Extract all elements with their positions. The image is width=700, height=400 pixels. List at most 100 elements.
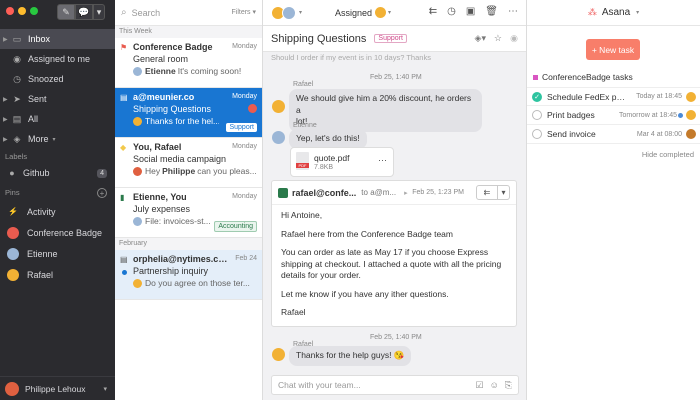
filters-button[interactable]: Filters ▾ xyxy=(231,8,256,16)
chat-message-bubble: We should give him a 20% discount, he or… xyxy=(289,89,482,132)
task-checkbox[interactable] xyxy=(532,110,542,120)
reply-all-icon[interactable]: ⇇ xyxy=(476,185,498,200)
conversation-item[interactable]: ▮ Etienne, You Monday July expenses File… xyxy=(115,188,262,238)
eye-icon[interactable]: ◉ xyxy=(510,33,518,44)
star-icon[interactable]: ☆ xyxy=(494,33,502,44)
conversation-date: Monday xyxy=(232,43,257,50)
new-task-button[interactable]: + New task xyxy=(586,39,640,60)
message-text: Yep, let's do this! xyxy=(296,133,360,143)
conversation-item[interactable]: ▤ orphelia@nytimes.com Feb 24 Partnershi… xyxy=(115,250,262,300)
trash-icon[interactable]: 🗑 xyxy=(485,6,498,17)
integration-header[interactable]: ⁂ Asana ▾ xyxy=(527,0,700,26)
caret-icon: ▶ xyxy=(3,36,8,43)
email-paragraph: Rafael xyxy=(281,307,306,317)
task-row[interactable]: ✓ Schedule FedEx pic... Today at 18:45 xyxy=(527,87,700,106)
group-header-this-week: This Week xyxy=(115,26,262,38)
caret-icon: ▶ xyxy=(3,116,8,123)
chat-input[interactable]: Chat with your team... ☑ ☺ ⎘ xyxy=(271,375,519,395)
hide-completed-link[interactable]: Hide completed xyxy=(642,150,694,159)
preview-text: Thanks for the hel... xyxy=(145,116,219,126)
integration-name: Asana xyxy=(601,7,631,18)
sidebar-item-sent[interactable]: ▶ ➤ Sent xyxy=(0,89,115,109)
sidebar-item-all[interactable]: ▶ ▤ All xyxy=(0,109,115,129)
close-window-button[interactable] xyxy=(6,7,14,15)
caret-icon: ▶ xyxy=(3,136,8,143)
chevron-down-icon: ▾ xyxy=(636,10,640,16)
paperclip-icon[interactable]: ⎘ xyxy=(505,380,512,391)
sidebar-item-label: Assigned to me xyxy=(28,54,91,64)
chevron-down-icon[interactable]: ▾ xyxy=(299,9,302,16)
assignee-dropdown[interactable]: Assigned ▾ xyxy=(335,7,391,18)
attachment-card[interactable]: PDF quote.pdf 7.8KB ⋯ xyxy=(290,147,394,177)
participants[interactable] xyxy=(271,5,296,20)
task-row[interactable]: Print badges Tomorrow at 18:45 xyxy=(527,106,700,125)
etienne-avatar xyxy=(133,66,142,76)
chevron-down-icon[interactable]: ▾ xyxy=(93,4,105,20)
chat-message-bubble: Thanks for the help guys! 😘 xyxy=(289,346,412,366)
chevron-down-icon[interactable]: ▾ xyxy=(498,185,510,200)
sidebar-item-assigned[interactable]: ◉ Assigned to me xyxy=(0,49,115,69)
asana-panel: ⁂ Asana ▾ + New task ConferenceBadge tas… xyxy=(526,0,700,400)
sidebar-item-more[interactable]: ▶ ◈ More ▾ xyxy=(0,129,115,149)
reply-all-icon[interactable]: ⇇ xyxy=(429,6,437,17)
conversation-subject: Shipping Questions xyxy=(133,104,212,114)
project-name: ConferenceBadge tasks xyxy=(542,72,633,82)
rafael-avatar xyxy=(272,100,285,113)
conversation-item-selected[interactable]: ▤ a@meunier.co Monday Shipping Questions… xyxy=(115,88,262,138)
sidebar-item-label: Snoozed xyxy=(28,74,64,84)
sidebar-item-label: All xyxy=(28,114,39,124)
message-text-line: We should give him a 20% discount, he or… xyxy=(296,93,472,115)
snooze-clock-icon[interactable]: ◷ xyxy=(447,6,456,17)
task-checkbox[interactable] xyxy=(532,129,542,139)
emoji-icon[interactable]: ☺ xyxy=(490,380,499,391)
pin-conference-badge[interactable]: Conference Badge xyxy=(0,222,115,243)
conversation-list: ⌕ Search Filters ▾ This Week ⚑ Conferenc… xyxy=(115,0,263,400)
add-pin-icon[interactable]: + xyxy=(97,188,107,198)
etienne-avatar xyxy=(7,247,19,260)
flag-icon: ⚑ xyxy=(120,43,128,52)
conversation-item[interactable]: ⚑ Conference Badge Monday General room E… xyxy=(115,38,262,88)
sidebar-item-inbox[interactable]: ▶ ▭ Inbox xyxy=(0,29,115,49)
pin-label: Conference Badge xyxy=(27,227,103,238)
sidebar-item-snoozed[interactable]: ◷ Snoozed xyxy=(0,69,115,89)
chat-input-placeholder: Chat with your team... xyxy=(278,380,361,390)
window-controls xyxy=(6,7,38,15)
etienne-avatar xyxy=(133,216,142,226)
email-paragraph: Rafael here from the Conference Badge te… xyxy=(281,228,453,239)
search-input[interactable]: Search xyxy=(132,8,161,18)
assigned-label: Assigned xyxy=(335,7,373,18)
more-icon[interactable]: ⋯ xyxy=(508,6,518,17)
email-message: rafael@confe... to a@m... ▸ Feb 25, 1:23… xyxy=(271,180,517,327)
unread-dot xyxy=(122,270,127,275)
search-icon: ⌕ xyxy=(121,7,127,18)
search-bar[interactable]: ⌕ Search Filters ▾ xyxy=(115,0,262,26)
task-name: Print badges xyxy=(547,110,595,120)
chat-icon[interactable]: 💬 xyxy=(75,4,93,20)
archive-icon[interactable]: ▣ xyxy=(466,6,475,17)
minimize-window-button[interactable] xyxy=(18,7,26,15)
message-timestamp: Feb 25, 1:40 PM xyxy=(370,334,422,341)
current-user-menu[interactable]: Philippe Lehoux ▾ xyxy=(0,376,115,400)
conversation-title: orphelia@nytimes.com xyxy=(133,254,228,264)
checkbox-icon[interactable]: ☑ xyxy=(476,380,484,391)
task-checkbox[interactable]: ✓ xyxy=(532,92,542,102)
more-icon[interactable]: ⋯ xyxy=(378,155,387,166)
zoom-window-button[interactable] xyxy=(30,7,38,15)
assignee-avatar xyxy=(375,7,387,18)
label-item-github[interactable]: ● Github 4 xyxy=(0,163,115,183)
pin-etienne[interactable]: Etienne xyxy=(0,243,115,264)
message-thread: Should I order if my event is in 10 days… xyxy=(263,52,526,372)
task-row[interactable]: Send invoice Mar 4 at 08:00 xyxy=(527,125,700,144)
conversation-item[interactable]: ◆ You, Rafael Monday Social media campai… xyxy=(115,138,262,188)
project-title: ConferenceBadge tasks xyxy=(533,72,633,82)
expand-icon[interactable]: ▸ xyxy=(404,189,408,197)
pin-activity[interactable]: ⚡ Activity xyxy=(0,201,115,222)
support-tag[interactable]: Support xyxy=(374,34,407,43)
compose-icon[interactable]: ✎ xyxy=(57,4,75,20)
pin-label: Rafael xyxy=(27,269,54,280)
rafael-avatar xyxy=(272,348,285,361)
pin-rafael[interactable]: Rafael xyxy=(0,264,115,285)
label-count-badge: 4 xyxy=(97,168,107,178)
tag-icon[interactable]: ◈▾ xyxy=(475,33,486,44)
subject-bar: Shipping Questions Support ◈▾ ☆ ◉ xyxy=(263,26,526,52)
